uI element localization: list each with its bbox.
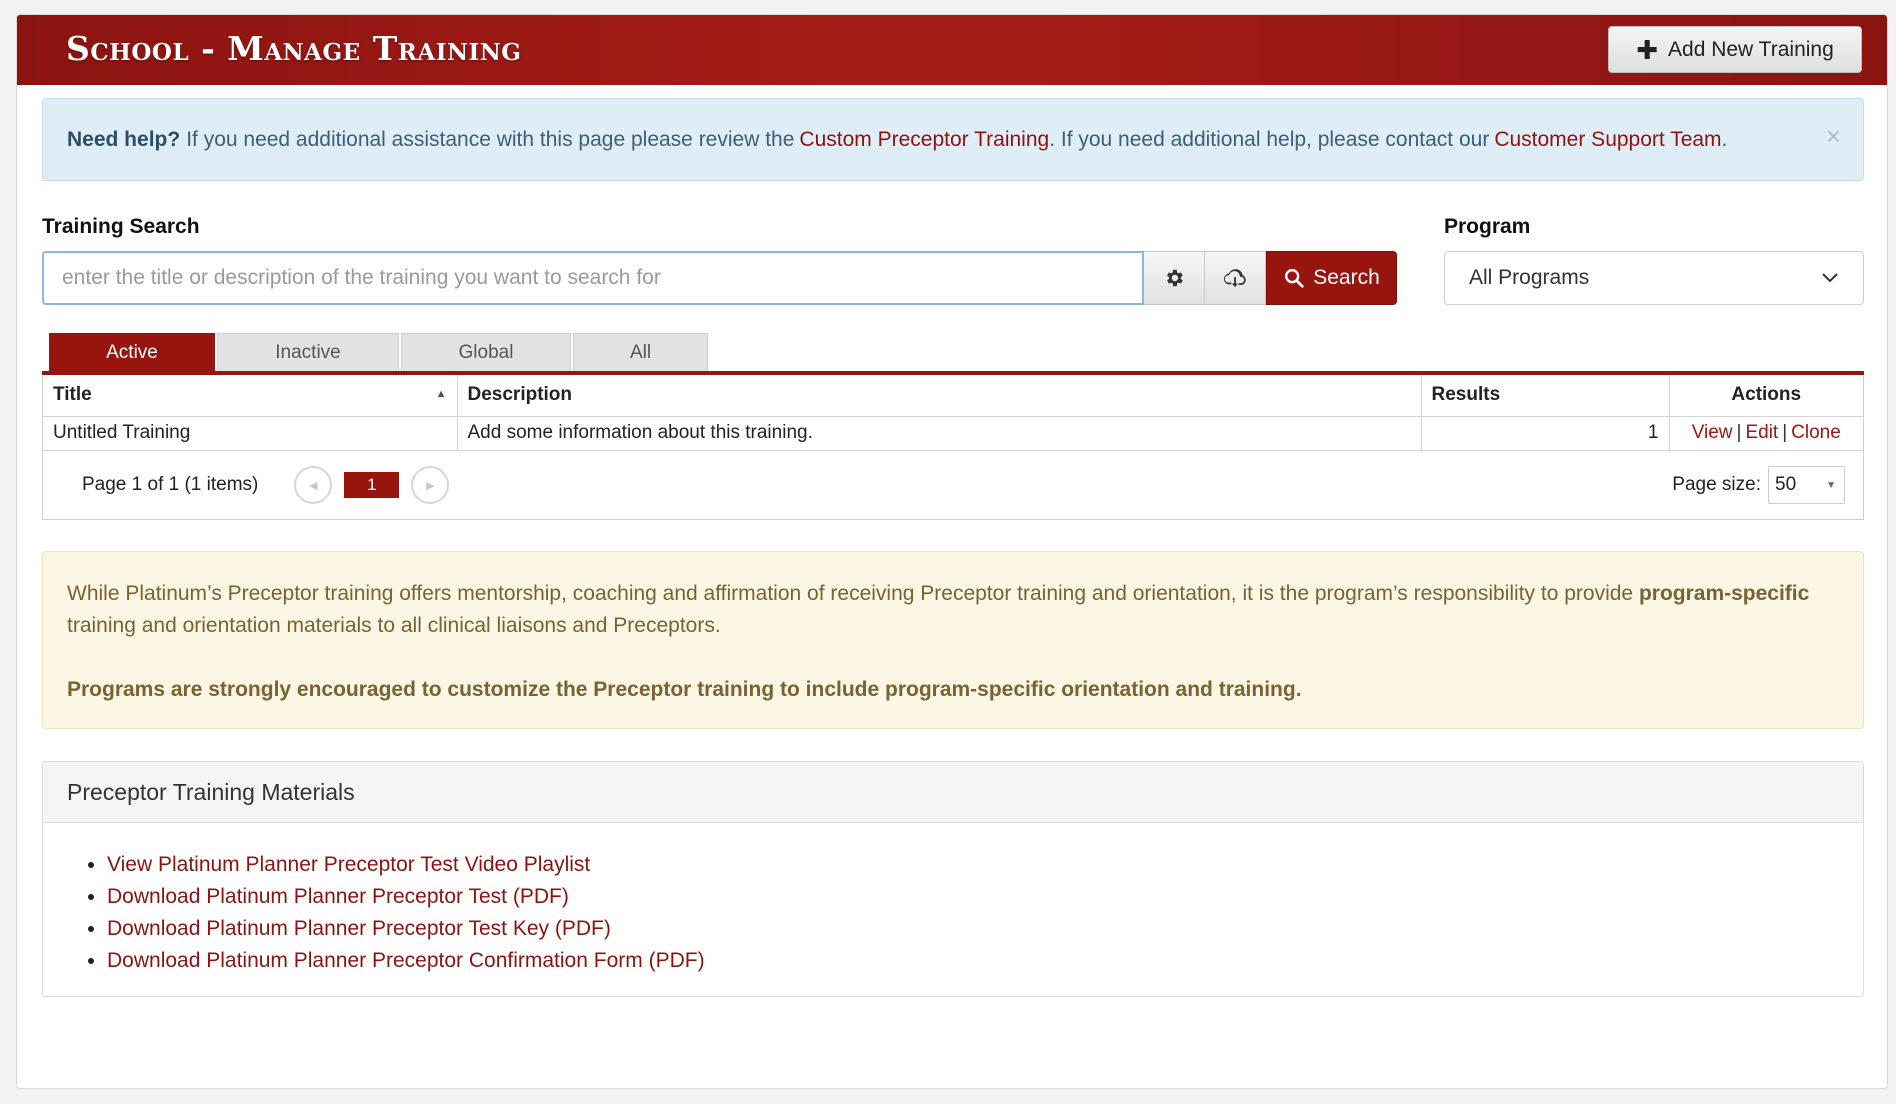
search-button[interactable]: Search bbox=[1266, 251, 1397, 305]
help-text-3: . bbox=[1721, 127, 1728, 151]
notice-bold: program-specific bbox=[1638, 582, 1810, 605]
page-size-value: 50 bbox=[1775, 474, 1797, 495]
preceptor-test-pdf-link[interactable]: Download Platinum Planner Preceptor Test… bbox=[107, 885, 569, 908]
close-icon[interactable]: × bbox=[1826, 121, 1841, 152]
cell-results: 1 bbox=[1421, 416, 1670, 451]
column-header-results[interactable]: Results bbox=[1421, 375, 1670, 417]
main-card: School - Manage Training ✚ Add New Train… bbox=[16, 14, 1888, 1089]
chevron-down-icon bbox=[1822, 273, 1838, 283]
plus-icon: ✚ bbox=[1636, 34, 1659, 65]
preceptor-test-key-pdf-link[interactable]: Download Platinum Planner Preceptor Test… bbox=[107, 917, 611, 940]
program-notice: While Platinum’s Preceptor training offe… bbox=[42, 551, 1864, 729]
column-header-actions: Actions bbox=[1669, 375, 1863, 417]
custom-preceptor-training-link[interactable]: Custom Preceptor Training bbox=[799, 128, 1049, 152]
confirmation-form-pdf-link[interactable]: Download Platinum Planner Preceptor Conf… bbox=[107, 949, 705, 972]
customer-support-link[interactable]: Customer Support Team bbox=[1494, 128, 1721, 152]
add-new-training-button[interactable]: ✚ Add New Training bbox=[1608, 26, 1862, 73]
gear-icon bbox=[1167, 269, 1183, 287]
page-size-select[interactable]: 50 ▼ bbox=[1768, 466, 1845, 504]
notice-paragraph: While Platinum’s Preceptor training offe… bbox=[67, 582, 1810, 637]
search-input[interactable] bbox=[42, 251, 1144, 305]
notice-strong-line: Programs are strongly encouraged to cust… bbox=[67, 678, 1302, 701]
export-button[interactable] bbox=[1205, 251, 1266, 305]
list-item: Download Platinum Planner Preceptor Test… bbox=[107, 881, 1863, 913]
help-lead: Need help? bbox=[67, 127, 181, 151]
clone-link[interactable]: Clone bbox=[1791, 422, 1841, 443]
page-title: School - Manage Training bbox=[66, 29, 522, 68]
program-selected-value: All Programs bbox=[1469, 266, 1590, 289]
cell-title: Untitled Training bbox=[43, 416, 458, 451]
tab-inactive[interactable]: Inactive bbox=[217, 333, 399, 371]
status-tabs: Active Inactive Global All bbox=[49, 333, 710, 371]
program-label: Program bbox=[1444, 215, 1531, 238]
list-item: Download Platinum Planner Preceptor Conf… bbox=[107, 945, 1863, 977]
pager-info: Page 1 of 1 (1 items) bbox=[82, 474, 259, 495]
pager: Page 1 of 1 (1 items) ◀ 1 ▶ Page size: 5… bbox=[43, 451, 1863, 519]
training-search-label: Training Search bbox=[42, 215, 200, 238]
search-bar: Search bbox=[42, 251, 1397, 305]
cell-actions: View | Edit | Clone bbox=[1669, 416, 1863, 451]
search-settings-button[interactable] bbox=[1144, 251, 1205, 305]
page-number-current[interactable]: 1 bbox=[344, 472, 400, 498]
tab-all[interactable]: All bbox=[573, 333, 708, 371]
tab-global[interactable]: Global bbox=[401, 333, 571, 371]
sort-asc-icon: ▲ bbox=[435, 388, 447, 401]
cloud-download-icon bbox=[1223, 269, 1246, 288]
help-alert: Need help? If you need additional assist… bbox=[42, 98, 1864, 181]
list-item: View Platinum Planner Preceptor Test Vid… bbox=[107, 849, 1863, 881]
page-header: School - Manage Training ✚ Add New Train… bbox=[17, 15, 1887, 85]
chevron-down-icon: ▼ bbox=[1826, 479, 1836, 491]
list-item: Download Platinum Planner Preceptor Test… bbox=[107, 913, 1863, 945]
page-size-label: Page size: bbox=[1672, 474, 1761, 495]
view-link[interactable]: View bbox=[1692, 422, 1733, 443]
search-button-label: Search bbox=[1313, 266, 1380, 289]
training-grid: Title ▲ Description Results Actions Unti… bbox=[42, 375, 1864, 520]
video-playlist-link[interactable]: View Platinum Planner Preceptor Test Vid… bbox=[107, 853, 590, 876]
next-page-icon[interactable]: ▶ bbox=[411, 466, 450, 504]
tab-active[interactable]: Active bbox=[49, 333, 215, 371]
program-select[interactable]: All Programs bbox=[1444, 251, 1864, 305]
edit-link[interactable]: Edit bbox=[1745, 422, 1778, 443]
prev-page-icon[interactable]: ◀ bbox=[294, 466, 333, 504]
column-header-description[interactable]: Description bbox=[457, 375, 1422, 417]
help-text-2: . If you need additional help, please co… bbox=[1049, 127, 1490, 151]
preceptor-training-materials: Preceptor Training Materials View Platin… bbox=[42, 761, 1864, 997]
materials-list: View Platinum Planner Preceptor Test Vid… bbox=[43, 849, 1863, 977]
cell-description: Add some information about this training… bbox=[457, 416, 1422, 451]
column-header-title[interactable]: Title ▲ bbox=[43, 375, 458, 417]
materials-title: Preceptor Training Materials bbox=[43, 762, 1863, 823]
help-text-1: If you need additional assistance with t… bbox=[186, 127, 795, 151]
add-new-training-label: Add New Training bbox=[1668, 37, 1834, 61]
search-icon bbox=[1285, 269, 1304, 288]
table-row: Untitled Training Add some information a… bbox=[43, 416, 1863, 451]
